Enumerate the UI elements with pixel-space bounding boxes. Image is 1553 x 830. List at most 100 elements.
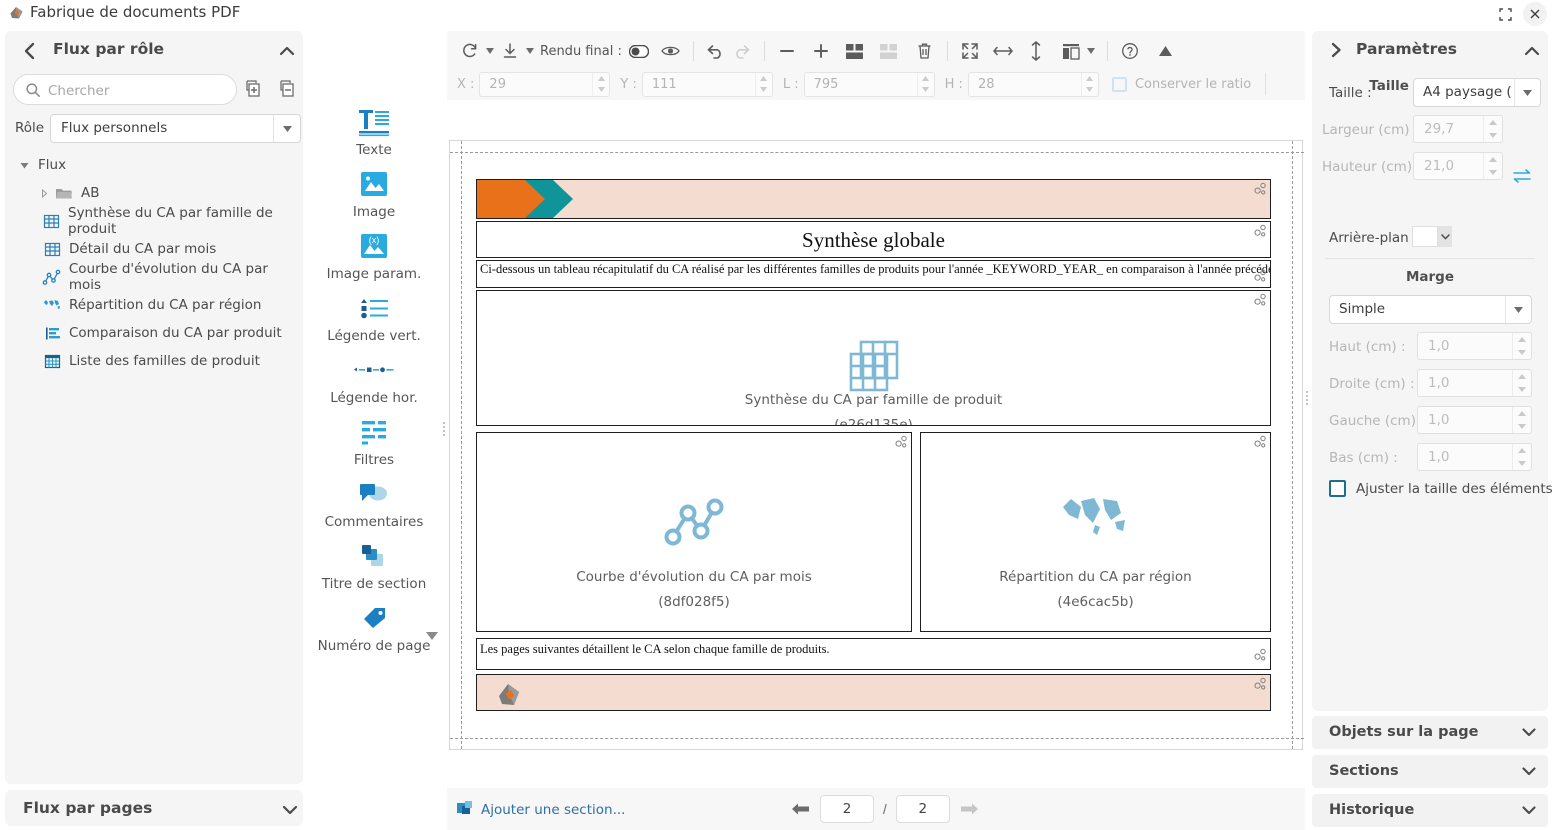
plus-icon[interactable]	[808, 38, 834, 64]
refresh-icon[interactable]	[457, 38, 483, 64]
chevron-down-icon[interactable]	[1520, 762, 1538, 780]
caret-down-icon[interactable]	[1514, 79, 1540, 106]
chevron-left-icon[interactable]	[19, 40, 41, 62]
arrows-vertical-icon[interactable]	[1023, 38, 1049, 64]
duplicate-remove-icon[interactable]	[276, 78, 300, 102]
caret-up-icon[interactable]	[1513, 333, 1531, 346]
caret-down-icon[interactable]	[1082, 84, 1098, 95]
document-block-intro-text[interactable]: Ci-dessous un tableau récapitulatif du C…	[476, 260, 1271, 288]
chevron-down-icon[interactable]	[1438, 226, 1452, 247]
palette-item-image-param[interactable]: (x) Image param.	[308, 229, 440, 282]
caret-down-icon[interactable]	[1513, 457, 1531, 470]
arrow-left-icon[interactable]	[787, 796, 813, 822]
width-input[interactable]: 795	[803, 71, 935, 97]
y-input[interactable]: 111	[641, 71, 773, 97]
document-block-header-banner[interactable]	[476, 179, 1271, 219]
chevron-down-icon[interactable]	[280, 800, 300, 820]
gear-icon[interactable]	[1254, 677, 1268, 691]
palette-more-chevron-down-icon[interactable]	[426, 629, 442, 645]
eye-icon[interactable]	[658, 38, 684, 64]
caret-down-icon[interactable]	[1513, 420, 1531, 433]
caret-down-icon[interactable]	[1484, 166, 1502, 179]
document-block-table-placeholder[interactable]: Synthèse du CA par famille de produit (e…	[476, 290, 1271, 426]
fit-screen-icon[interactable]	[957, 38, 983, 64]
palette-item-legende-vert[interactable]: Légende vert.	[308, 291, 440, 344]
chevron-up-icon[interactable]	[1522, 41, 1542, 61]
margin-mode-select[interactable]: Simple	[1329, 295, 1532, 324]
margin-top-stepper[interactable]	[1512, 333, 1531, 359]
caret-up-icon[interactable]	[1513, 370, 1531, 383]
expand-triangle-icon[interactable]	[17, 158, 31, 172]
role-select[interactable]: Flux personnels	[50, 114, 301, 143]
x-stepper[interactable]	[592, 72, 609, 96]
close-icon[interactable]	[1523, 2, 1547, 26]
caret-up-icon[interactable]	[593, 73, 609, 84]
help-icon[interactable]	[1117, 38, 1143, 64]
document-block-line-chart-placeholder[interactable]: Courbe d'évolution du CA par mois (8df02…	[476, 432, 912, 632]
palette-item-texte[interactable]: Texte	[308, 105, 440, 158]
caret-down-icon[interactable]	[1484, 129, 1502, 142]
chevron-down-icon[interactable]	[1520, 723, 1538, 741]
caret-up-icon[interactable]	[756, 73, 772, 84]
caret-down-icon[interactable]	[273, 115, 300, 142]
add-section-button[interactable]: Ajouter une section...	[456, 800, 625, 819]
gear-icon[interactable]	[1254, 435, 1268, 449]
toggle-switch-icon[interactable]	[626, 38, 652, 64]
caret-down-icon[interactable]	[1513, 346, 1531, 359]
palette-item-legende-hor[interactable]: Légende hor.	[308, 353, 440, 406]
duplicate-add-icon[interactable]	[242, 78, 266, 102]
caret-up-icon[interactable]	[1082, 73, 1098, 84]
collapse-triangle-icon[interactable]	[37, 186, 51, 200]
caret-down-icon[interactable]	[1084, 38, 1098, 64]
caret-up-icon[interactable]	[1484, 153, 1502, 166]
keep-ratio-checkbox[interactable]	[1111, 76, 1127, 92]
caret-up-icon[interactable]	[1513, 407, 1531, 420]
triangle-up-icon[interactable]	[1153, 38, 1179, 64]
maximize-icon[interactable]	[1493, 2, 1517, 26]
chevron-up-icon[interactable]	[277, 41, 297, 61]
adjust-elements-checkbox[interactable]	[1329, 480, 1346, 497]
download-icon[interactable]	[497, 38, 523, 64]
right-splitter[interactable]	[1305, 390, 1309, 406]
arrows-horizontal-icon[interactable]	[990, 38, 1016, 64]
undo-icon[interactable]	[703, 38, 729, 64]
document-canvas[interactable]: Synthèse globale Ci-dessous un tableau r…	[447, 100, 1305, 784]
margin-bottom-stepper[interactable]	[1512, 444, 1531, 470]
caret-up-icon[interactable]	[918, 73, 934, 84]
accordion-objets-sur-la-page[interactable]: Objets sur la page	[1312, 716, 1548, 749]
gear-icon[interactable]	[895, 435, 909, 449]
split-block-icon[interactable]	[842, 38, 868, 64]
caret-down-icon[interactable]	[483, 38, 497, 64]
caret-down-icon[interactable]	[593, 84, 609, 95]
page-height-input[interactable]: 21,0	[1413, 152, 1503, 180]
gear-icon[interactable]	[1254, 269, 1268, 283]
search-input[interactable]	[48, 80, 228, 101]
y-stepper[interactable]	[754, 72, 772, 96]
page-width-stepper[interactable]	[1483, 116, 1502, 142]
margin-top-input[interactable]: 1,0	[1417, 332, 1532, 360]
tree-item-flux[interactable]: Flux	[5, 151, 303, 179]
arrow-right-icon[interactable]	[957, 796, 983, 822]
document-block-map-placeholder[interactable]: Répartition du CA par région (4e6cac5b)	[920, 432, 1271, 632]
tree-item-detail-ca-mois[interactable]: Détail du CA par mois	[5, 235, 303, 263]
margin-left-stepper[interactable]	[1512, 407, 1531, 433]
gear-icon[interactable]	[1254, 224, 1268, 238]
tree-item-ab[interactable]: AB	[5, 179, 303, 207]
background-color-picker[interactable]	[1412, 226, 1452, 247]
chevron-down-icon[interactable]	[1520, 801, 1538, 819]
minus-icon[interactable]	[774, 38, 800, 64]
tree-item-courbe-evolution[interactable]: Courbe d'évolution du CA par mois	[5, 261, 303, 293]
gear-icon[interactable]	[1254, 182, 1268, 196]
margin-right-input[interactable]: 1,0	[1417, 369, 1532, 397]
document-block-section-title[interactable]: Synthèse globale	[476, 221, 1271, 258]
caret-up-icon[interactable]	[1513, 444, 1531, 457]
palette-item-filtres[interactable]: Filtres	[308, 415, 440, 468]
accordion-historique[interactable]: Historique	[1312, 794, 1548, 827]
redo-icon[interactable]	[729, 38, 755, 64]
height-stepper[interactable]	[1080, 72, 1098, 96]
adjust-elements-row[interactable]: Ajuster la taille des éléments	[1329, 480, 1553, 497]
page-size-select[interactable]: A4 paysage (	[1413, 78, 1541, 107]
tree-item-comparaison-produit[interactable]: Comparaison du CA par produit	[5, 319, 303, 347]
page-height-stepper[interactable]	[1483, 153, 1502, 179]
chevron-right-icon[interactable]	[1326, 40, 1346, 60]
